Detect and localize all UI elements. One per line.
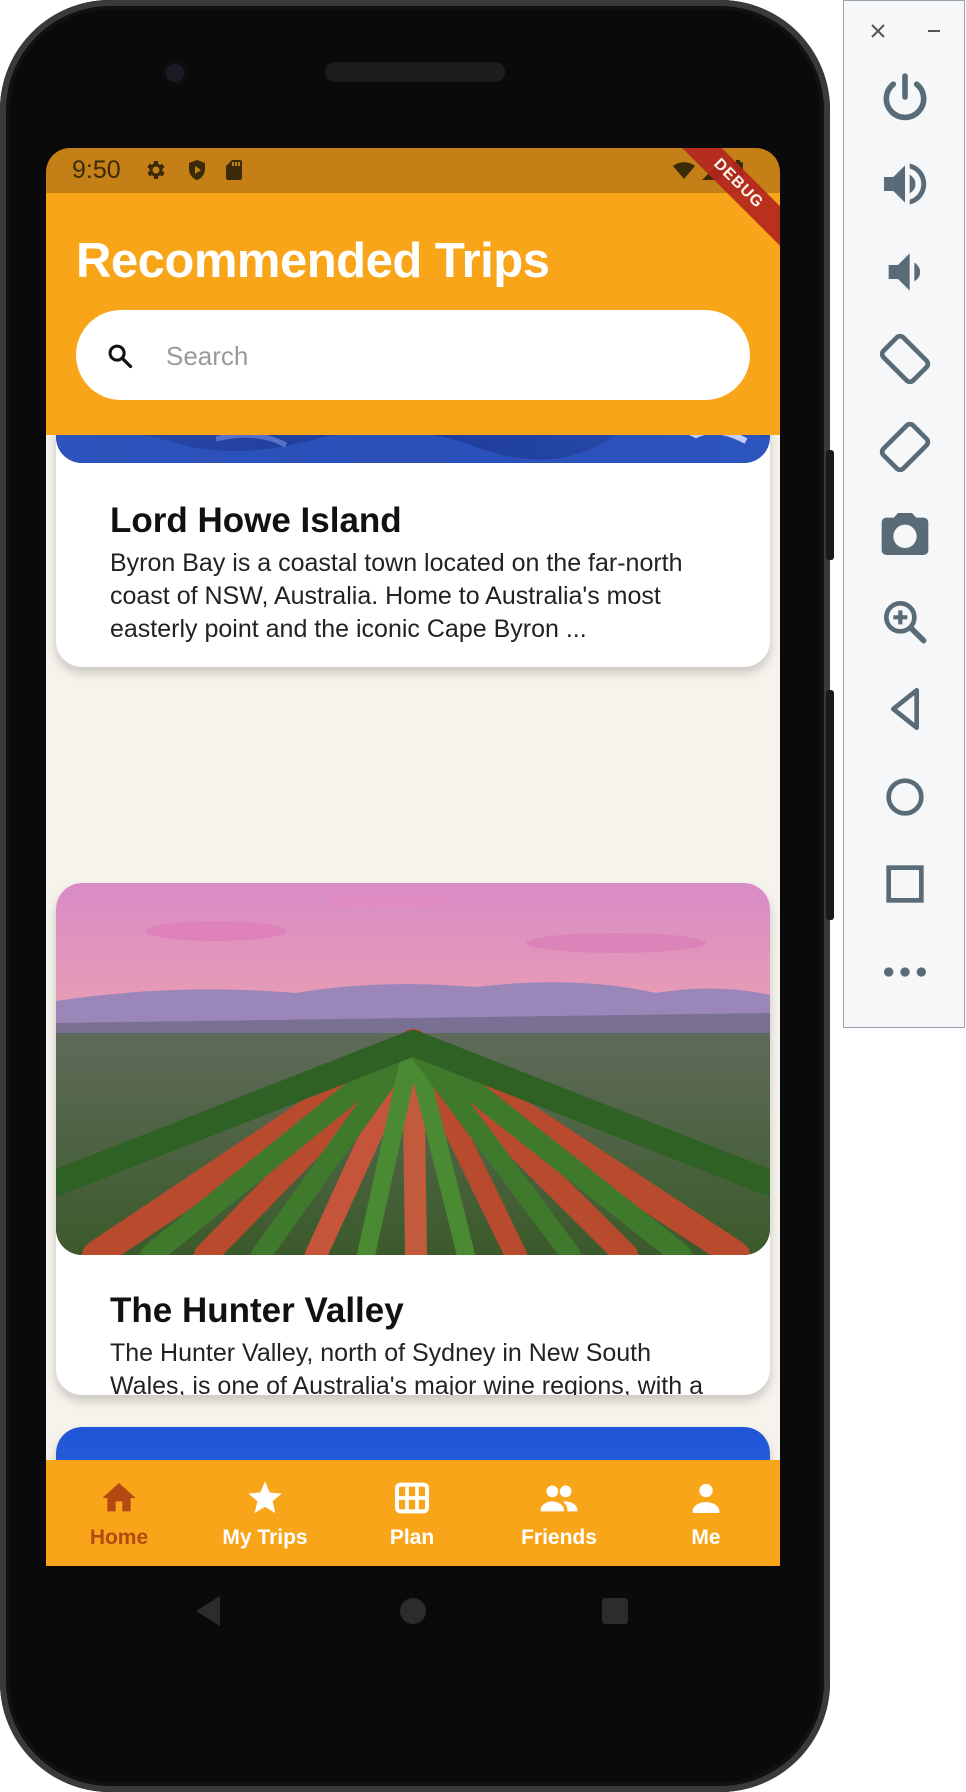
nav-my-trips[interactable]: My Trips [192,1460,338,1566]
android-system-nav [46,1566,780,1656]
system-home-icon[interactable] [398,1596,428,1626]
back-icon[interactable] [877,681,933,737]
home-icon [102,1483,136,1512]
home-circle-icon[interactable] [877,769,933,825]
more-icon[interactable] [877,944,933,1000]
trip-list[interactable]: Lord Howe Island Byron Bay is a coastal … [46,435,780,1460]
nav-label: Me [691,1526,721,1549]
wifi-icon [673,162,695,179]
search-input[interactable] [164,332,728,380]
trip-title: Lord Howe Island [110,501,402,540]
rotate-right-icon[interactable] [877,419,933,475]
nav-me[interactable]: Me [633,1460,779,1566]
earpiece-speaker [325,62,505,82]
people-icon [540,1485,578,1512]
page-title: Recommended Trips [76,234,550,288]
shield-icon [189,160,205,180]
volume-side-button [826,690,834,920]
system-overview-icon[interactable] [600,1596,630,1626]
close-icon[interactable] [868,21,888,41]
status-time: 9:50 [72,156,121,184]
power-icon[interactable] [877,69,933,125]
trip-image-next [56,1427,770,1460]
system-back-icon[interactable] [192,1594,222,1628]
front-camera [162,60,188,86]
nav-label: Home [89,1526,149,1549]
nav-label: Plan [389,1526,435,1549]
nav-plan[interactable]: Plan [339,1460,485,1566]
settings-icon [147,161,165,179]
overview-icon[interactable] [877,856,933,912]
sd-card-icon [226,160,242,180]
bottom-navigation: Home My Trips Plan Friends Me [46,1460,780,1566]
emulator-toolbar [843,0,965,1028]
trip-card-lord-howe-island[interactable]: Lord Howe Island Byron Bay is a coastal … [56,435,770,667]
trip-image-lord-howe [56,435,770,463]
trip-description: Byron Bay is a coastal town located on t… [110,549,683,643]
search-bar[interactable] [76,310,750,400]
trip-title: The Hunter Valley [110,1291,404,1330]
zoom-icon[interactable] [877,594,933,650]
volume-down-icon[interactable] [877,244,933,300]
app-bar: Recommended Trips [46,193,780,435]
trip-image-hunter-valley [56,883,770,1255]
trip-card-hunter-valley[interactable]: The Hunter Valley The Hunter Valley, nor… [56,883,770,1395]
person-icon [692,1483,720,1513]
volume-up-icon[interactable] [877,156,933,212]
nav-friends[interactable]: Friends [486,1460,632,1566]
grid-icon [395,1482,429,1514]
nav-label: My Trips [222,1526,308,1549]
trip-card-next[interactable] [56,1427,770,1460]
nav-home[interactable]: Home [46,1460,192,1566]
status-bar: 9:50 [46,148,780,193]
camera-icon[interactable] [877,506,933,562]
phone-screen: 9:50 Recommended Trips DEBUG [46,148,780,1566]
search-icon [108,344,133,369]
rotate-left-icon[interactable] [877,331,933,387]
trip-description: The Hunter Valley, north of Sydney in Ne… [110,1339,703,1395]
minimize-icon[interactable] [924,21,944,41]
phone-frame: 9:50 Recommended Trips DEBUG [0,0,834,1792]
power-side-button [826,450,834,560]
nav-label: Friends [521,1526,597,1549]
star-icon [248,1481,282,1513]
